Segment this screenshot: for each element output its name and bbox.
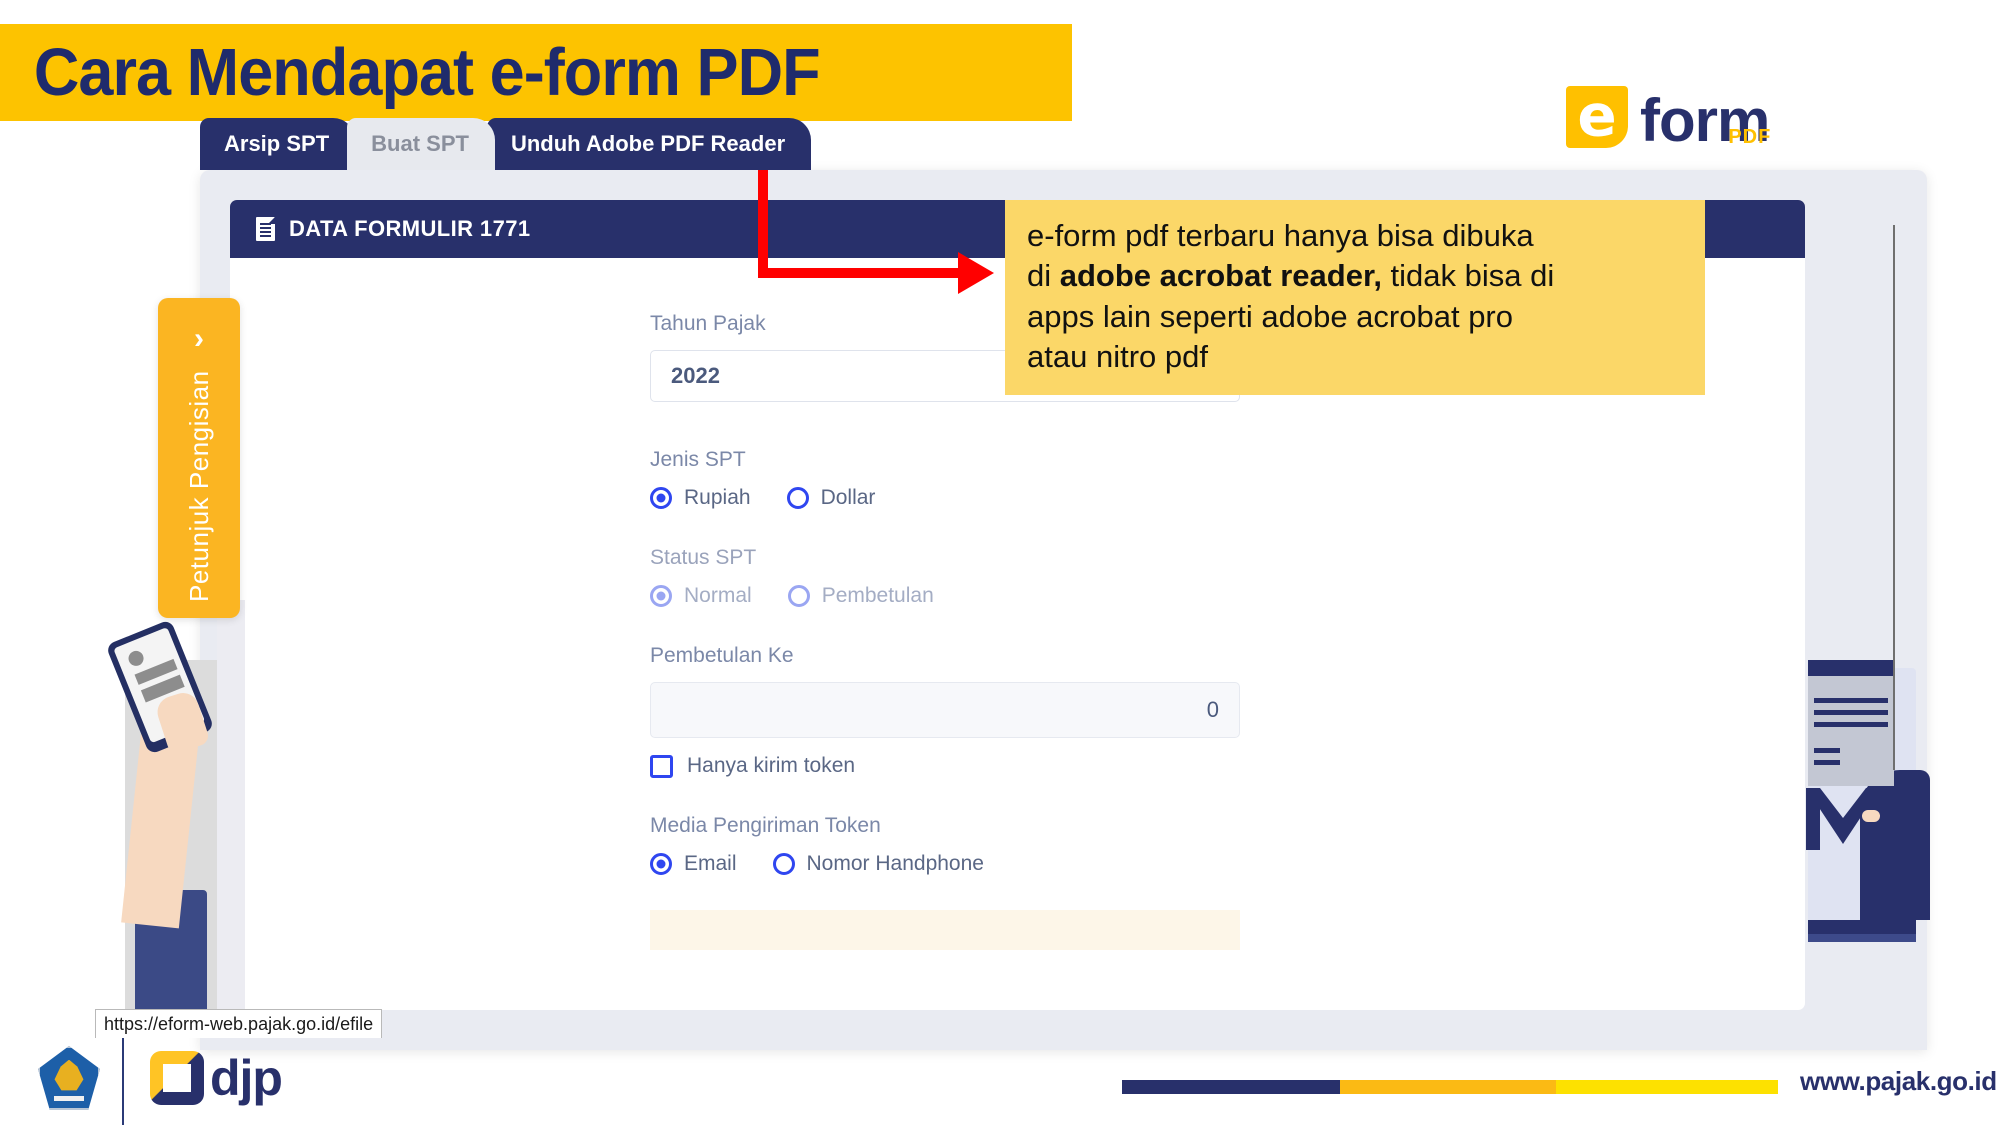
- page-title: DATA FORMULIR 1771: [289, 216, 531, 241]
- callout-line-1: e-form pdf terbaru hanya bisa dibuka: [1027, 218, 1534, 253]
- checkbox-hanya-kirim-token-label: Hanya kirim token: [687, 754, 856, 777]
- browser-status-url: https://eform-web.pajak.go.id/efile: [95, 1009, 383, 1038]
- notice-panel: [650, 910, 1240, 950]
- eform-pdf-logo: form PDF: [1566, 86, 1772, 150]
- sidebar-tab-label: Petunjuk Pengisian: [183, 370, 214, 602]
- radio-status-spt-pembetulan-label: Pembetulan: [821, 584, 934, 607]
- slide-canvas: Arsip SPT Buat SPT Unduh Adobe PDF Reade…: [0, 0, 2000, 1125]
- footer-bar-orange: [1340, 1080, 1556, 1094]
- footer-bar-yellow: [1556, 1080, 1778, 1094]
- radio-jenis-spt-rupiah-label: Rupiah: [684, 486, 751, 509]
- radio-media-nomor-handphone[interactable]: Nomor Handphone: [772, 852, 984, 876]
- radio-media-email-label: Email: [684, 852, 737, 875]
- tab-arsip-spt-label: Arsip SPT: [224, 131, 330, 156]
- radio-jenis-spt-dollar-label: Dollar: [820, 486, 876, 509]
- slide-title-banner: Cara Mendapat e-form PDF: [0, 24, 1072, 121]
- radio-status-spt-pembetulan[interactable]: Pembetulan: [787, 584, 934, 608]
- download-arrow-icon: [1806, 788, 1880, 868]
- vertical-divider: [1893, 225, 1895, 770]
- callout-line-3: apps lain seperti adobe acrobat pro: [1027, 298, 1513, 334]
- tab-buat-spt[interactable]: Buat SPT: [347, 118, 495, 170]
- pembetulan-ke-input[interactable]: 0: [650, 682, 1240, 738]
- radio-jenis-spt-dollar[interactable]: Dollar: [786, 486, 876, 510]
- radio-jenis-spt-rupiah[interactable]: Rupiah: [650, 486, 751, 510]
- status-spt-radio-group: Normal Pembetulan: [650, 584, 1240, 608]
- jenis-spt-label: Jenis SPT: [650, 448, 746, 471]
- tab-unduh-adobe-pdf-reader-label: Unduh Adobe PDF Reader: [510, 131, 786, 156]
- eform-logo-pdf-text: PDF: [1728, 125, 1772, 148]
- callout-line-2-post: tidak bisa di: [1381, 258, 1555, 294]
- radio-media-email[interactable]: Email: [650, 852, 737, 876]
- radio-status-spt-normal[interactable]: Normal: [650, 584, 752, 608]
- radio-indicator: [650, 585, 672, 607]
- jenis-spt-radio-group: Rupiah Dollar: [650, 486, 1240, 510]
- illustration-hand-phone: [95, 600, 245, 1020]
- tab-arsip-spt[interactable]: Arsip SPT: [200, 118, 356, 170]
- radio-indicator: [787, 585, 810, 607]
- djp-logo-word: djp: [210, 1050, 283, 1106]
- eform-logo-mark: [1566, 86, 1628, 148]
- annotation-arrow-head: [958, 252, 994, 294]
- radio-indicator: [772, 853, 795, 875]
- tab-bar: Arsip SPT Buat SPT Unduh Adobe PDF Reade…: [200, 118, 812, 170]
- footer-divider: [122, 1030, 124, 1125]
- footer-website: www.pajak.go.id: [1800, 1066, 1997, 1096]
- checkbox-indicator: [650, 754, 673, 778]
- callout-line-4: atau nitro pdf: [1027, 338, 1208, 374]
- eform-logo-word: form PDF: [1640, 90, 1772, 150]
- status-spt-label: Status SPT: [650, 546, 757, 569]
- callout-line-2-pre: di: [1027, 258, 1060, 294]
- field-jenis-spt: Jenis SPT Rupiah Dollar: [650, 448, 1240, 510]
- pembetulan-ke-label: Pembetulan Ke: [650, 644, 794, 667]
- callout-line-2-bold: adobe acrobat reader,: [1059, 258, 1382, 294]
- slide-title: Cara Mendapat e-form PDF: [33, 35, 821, 110]
- illustration-document-download: [1800, 620, 1930, 960]
- sidebar-tab-petunjuk-pengisian[interactable]: › Petunjuk Pengisian: [158, 298, 240, 618]
- field-pembetulan-ke: Pembetulan Ke 0 Hanya kirim token: [650, 644, 1240, 778]
- field-media-pengiriman-token: Media Pengiriman Token Email Nomor Handp…: [650, 814, 1240, 876]
- field-status-spt: Status SPT Normal Pembetulan: [650, 546, 1240, 608]
- media-pengiriman-token-radio-group: Email Nomor Handphone: [650, 852, 1240, 876]
- annotation-arrow-horizontal: [758, 268, 974, 278]
- radio-indicator: [650, 853, 672, 875]
- radio-status-spt-normal-label: Normal: [684, 584, 752, 607]
- media-pengiriman-token-label: Media Pengiriman Token: [650, 814, 881, 837]
- annotation-callout: e-form pdf terbaru hanya bisa dibuka di …: [1005, 200, 1705, 396]
- tab-buat-spt-label: Buat SPT: [371, 131, 469, 156]
- tab-unduh-adobe-pdf-reader[interactable]: Unduh Adobe PDF Reader: [486, 118, 812, 170]
- checkbox-hanya-kirim-token[interactable]: Hanya kirim token: [650, 754, 1240, 778]
- radio-indicator: [786, 487, 809, 509]
- djp-crest-icon: [38, 1046, 100, 1110]
- document-icon: [256, 217, 275, 241]
- callout-line-2: di adobe acrobat reader, tidak bisa di: [1027, 256, 1683, 296]
- djp-logo-mark: [150, 1051, 204, 1105]
- chevron-right-icon: ›: [194, 322, 204, 355]
- radio-indicator: [650, 487, 672, 509]
- footer-logos: djp: [38, 1030, 283, 1125]
- annotation-arrow-vertical: [758, 170, 768, 278]
- radio-media-nomor-handphone-label: Nomor Handphone: [806, 852, 984, 875]
- footer-bar-navy: [1122, 1080, 1340, 1094]
- pembetulan-ke-value: 0: [1206, 697, 1219, 722]
